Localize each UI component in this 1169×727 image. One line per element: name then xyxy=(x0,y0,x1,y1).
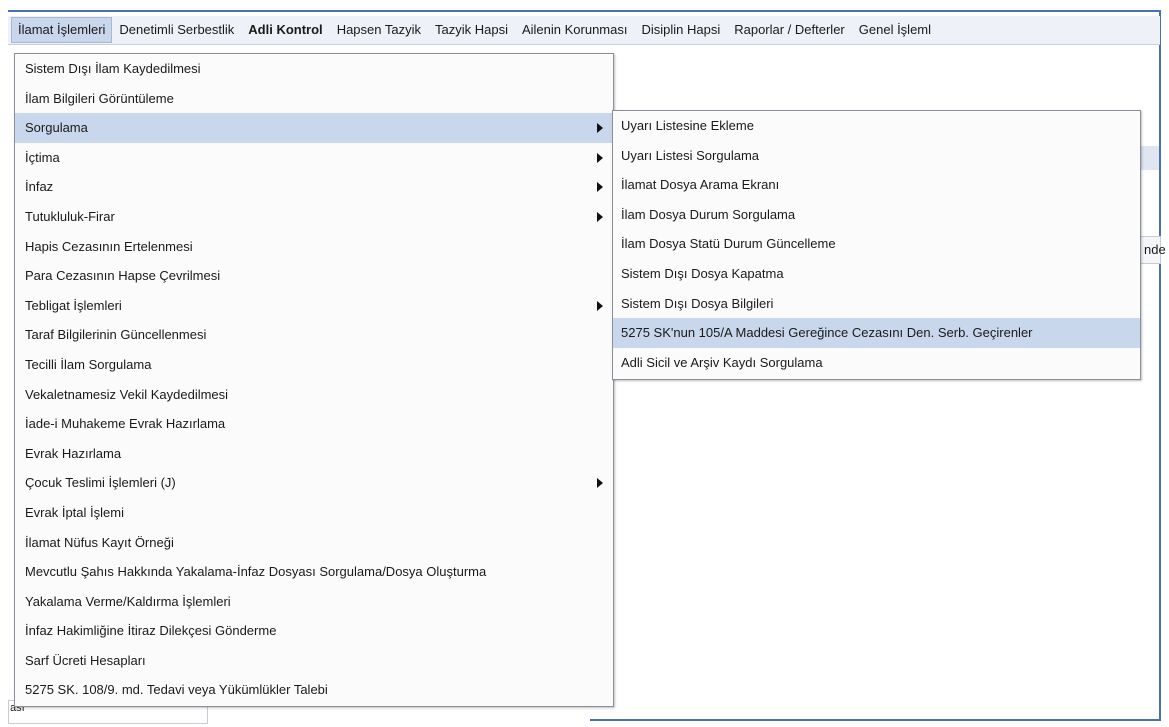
menu-item-label: Tutukluluk-Firar xyxy=(25,208,115,224)
menu-item-sorgulama[interactable]: Sorgulama xyxy=(15,113,613,143)
submenu-arrow-icon xyxy=(597,300,603,311)
menu-item-label: Sistem Dışı İlam Kaydedilmesi xyxy=(25,61,201,76)
menu-item-cocuk-teslimi-islemleri-j[interactable]: Çocuk Teslimi İşlemleri (J) xyxy=(15,468,613,498)
submenu-item-ilam-dosya-durum-sorgulama[interactable]: İlam Dosya Durum Sorgulama xyxy=(613,200,1140,230)
menu-item-label: 5275 SK. 108/9. md. Tedavi veya Yükümlük… xyxy=(25,682,328,698)
menu-item-label: İnfaz xyxy=(25,179,54,195)
menubar-item-hapsen-tazyik[interactable]: Hapsen Tazyik xyxy=(330,17,428,43)
submenu-item-label: İlam Dosya Durum Sorgulama xyxy=(621,206,796,222)
menu-item-taraf-bilgilerinin-guncellenmesi[interactable]: Taraf Bilgilerinin Güncellenmesi xyxy=(15,320,613,350)
submenu-item-label: Sistem Dışı Dosya Kapatma xyxy=(621,265,784,281)
menu-item-label: İade-i Muhakeme Evrak Hazırlama xyxy=(25,416,226,432)
sorgulama-submenu: Uyarı Listesine Ekleme Uyarı Listesi Sorg… xyxy=(612,110,1141,380)
menubar-item-raporlar-defterler[interactable]: Raporlar / Defterler xyxy=(727,17,852,43)
submenu-item-label: İlam Dosya Statü Durum Güncelleme xyxy=(621,236,836,252)
menu-item-infaz[interactable]: İnfaz xyxy=(15,172,613,202)
menu-item-label: Taraf Bilgilerinin Güncellenmesi xyxy=(25,327,207,343)
menubar-item-ailenin-korunmas[interactable]: Ailenin Korunması xyxy=(515,17,635,43)
submenu-item-label: İlamat Dosya Arama Ekranı xyxy=(621,177,780,193)
menubar-item-adli-kontrol[interactable]: Adli Kontrol xyxy=(241,17,329,43)
menu-item-label: Para Cezasının Hapse Çevrilmesi xyxy=(25,268,221,284)
menu-item-evrak-haz-rlama[interactable]: Evrak Hazırlama xyxy=(15,439,613,469)
submenu-arrow-icon xyxy=(597,152,603,163)
submenu-item-sistem-d-s-dosya-bilgileri[interactable]: Sistem Dışı Dosya Bilgileri xyxy=(613,289,1140,319)
menu-item-para-cezas-n-n-hapse-cevrilmesi[interactable]: Para Cezasının Hapse Çevrilmesi xyxy=(15,261,613,291)
submenu-item-label: Adli Sicil ve Arşiv Kaydı Sorgulama xyxy=(621,354,823,370)
submenu-item-uyar-listesine-ekleme[interactable]: Uyarı Listesine Ekleme xyxy=(613,111,1140,141)
ilamat-islemleri-menu: Sistem Dışı İlam Kaydedilmesi İlam Bilgil… xyxy=(14,53,614,707)
menu-item-label: Mevcutlu Şahıs Hakkında Yakalama-İnfaz D… xyxy=(25,564,487,580)
menu-item-tecilli-ilam-sorgulama[interactable]: Tecilli İlam Sorgulama xyxy=(15,350,613,380)
menu-item-iade-i-muhakeme-evrak-haz-rlama[interactable]: İade-i Muhakeme Evrak Hazırlama xyxy=(15,409,613,439)
submenu-item-uyar-listesi-sorgulama[interactable]: Uyarı Listesi Sorgulama xyxy=(613,141,1140,171)
menu-item-mevcutlu-sah-s-hakk-nda-yakalama-infaz-dosyas-sorgulama-dosya-olusturma[interactable]: Mevcutlu Şahıs Hakkında Yakalama-İnfaz D… xyxy=(15,557,613,587)
submenu-arrow-icon xyxy=(597,478,603,489)
menu-item-label: Sorgulama xyxy=(25,120,88,136)
window-frame-right xyxy=(1159,10,1161,720)
menu-item-sarf-ucreti-hesaplar[interactable]: Sarf Ücreti Hesapları xyxy=(15,646,613,676)
menu-item-vekaletnamesiz-vekil-kaydedilmesi[interactable]: Vekaletnamesiz Vekil Kaydedilmesi xyxy=(15,380,613,410)
submenu-item-label: Sistem Dışı Dosya Bilgileri xyxy=(621,295,774,311)
menu-item-label: Sarf Ücreti Hesapları xyxy=(25,652,146,668)
menu-item-ilam-bilgileri-goruntuleme[interactable]: İlam Bilgileri Görüntüleme xyxy=(15,84,613,114)
window-frame-bottom xyxy=(590,719,1161,721)
submenu-arrow-icon xyxy=(597,211,603,222)
menubar-item-tazyik-hapsi[interactable]: Tazyik Hapsi xyxy=(428,17,515,43)
menu-item-label: Hapis Cezasının Ertelenmesi xyxy=(25,238,193,254)
menu-item-label: Evrak Hazırlama xyxy=(25,445,122,461)
submenu-item-label: Uyarı Listesi Sorgulama xyxy=(621,147,759,163)
window-frame-top xyxy=(8,10,1160,12)
menu-item-label: Çocuk Teslimi İşlemleri (J) xyxy=(25,475,176,491)
menu-item-ictima[interactable]: İçtima xyxy=(15,143,613,173)
background-clipped-label: nde xyxy=(1144,242,1166,257)
submenu-item-ilam-dosya-statu-durum-guncelleme[interactable]: İlam Dosya Statü Durum Güncelleme xyxy=(613,229,1140,259)
menu-item-label: İlam Bilgileri Görüntüleme xyxy=(25,90,174,106)
menu-item-label: Evrak İptal İşlemi xyxy=(25,504,124,520)
menu-item-hapis-cezas-n-n-ertelenmesi[interactable]: Hapis Cezasının Ertelenmesi xyxy=(15,232,613,262)
menu-item-label: Vekaletnamesiz Vekil Kaydedilmesi xyxy=(25,386,229,402)
submenu-item-adli-sicil-ve-arsiv-kayd-sorgulama[interactable]: Adli Sicil ve Arşiv Kaydı Sorgulama xyxy=(613,348,1140,378)
menu-item-infaz-hakimligine-itiraz-dilekcesi-gonderme[interactable]: İnfaz Hakimliğine İtiraz Dilekçesi Gönde… xyxy=(15,616,613,646)
menu-item-label: İnfaz Hakimliğine İtiraz Dilekçesi Gönde… xyxy=(25,623,277,639)
menu-item-label: Tebligat İşlemleri xyxy=(25,297,122,313)
menu-item-tebligat-islemleri[interactable]: Tebligat İşlemleri xyxy=(15,291,613,321)
submenu-item-sistem-d-s-dosya-kapatma[interactable]: Sistem Dışı Dosya Kapatma xyxy=(613,259,1140,289)
submenu-item-5275-sk-nun-105-a-maddesi-geregince-cezas-n-den-serb-gecirenler[interactable]: 5275 SK'nun 105/A Maddesi Gereğince Ceza… xyxy=(613,318,1140,348)
menu-bar: İlamat İşlemleri Denetimli Serbestlik Adli… xyxy=(8,16,1160,45)
menubar-item-denetimli-serbestlik[interactable]: Denetimli Serbestlik xyxy=(112,17,241,43)
menu-item-5275-sk-108-9-md-tedavi-veya-yukumlukler-talebi[interactable]: 5275 SK. 108/9. md. Tedavi veya Yükümlük… xyxy=(15,675,613,705)
menu-item-sistem-d-s-ilam-kaydedilmesi[interactable]: Sistem Dışı İlam Kaydedilmesi xyxy=(15,54,613,84)
menubar-item-ilamat-islemleri[interactable]: İlamat İşlemleri xyxy=(11,17,113,43)
menu-item-tutukluluk-firar[interactable]: Tutukluluk-Firar xyxy=(15,202,613,232)
menubar-item-disiplin-hapsi[interactable]: Disiplin Hapsi xyxy=(634,17,727,43)
submenu-item-label: Uyarı Listesine Ekleme xyxy=(621,118,754,133)
menu-item-label: İçtima xyxy=(25,149,60,165)
background-selected-row xyxy=(1138,146,1159,170)
menu-item-ilamat-nufus-kay-t-ornegi[interactable]: İlamat Nüfus Kayıt Örneği xyxy=(15,528,613,558)
menu-item-evrak-iptal-islemi[interactable]: Evrak İptal İşlemi xyxy=(15,498,613,528)
menu-item-yakalama-verme-kald-rma-islemleri[interactable]: Yakalama Verme/Kaldırma İşlemleri xyxy=(15,587,613,617)
menu-item-label: İlamat Nüfus Kayıt Örneği xyxy=(25,534,174,550)
submenu-item-ilamat-dosya-arama-ekran[interactable]: İlamat Dosya Arama Ekranı xyxy=(613,170,1140,200)
submenu-arrow-icon xyxy=(597,182,603,193)
menu-item-label: Tecilli İlam Sorgulama xyxy=(25,356,152,372)
menubar-item-genel-isleml[interactable]: Genel İşleml xyxy=(852,17,938,43)
menu-item-label: Yakalama Verme/Kaldırma İşlemleri xyxy=(25,593,231,609)
submenu-item-label: 5275 SK'nun 105/A Maddesi Gereğince Ceza… xyxy=(621,325,1033,341)
submenu-arrow-icon xyxy=(597,122,603,133)
